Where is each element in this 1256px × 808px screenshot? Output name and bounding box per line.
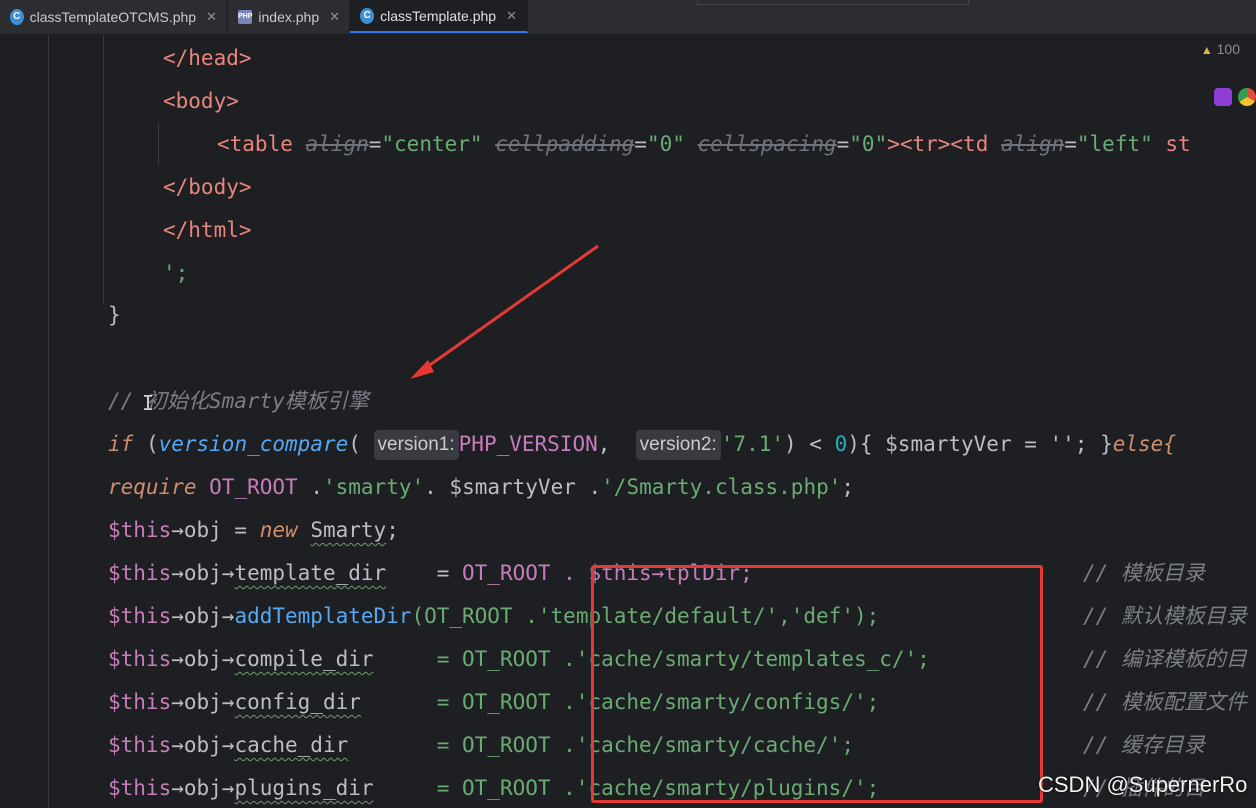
watermark: CSDN @SupernerRo [1038,772,1248,797]
annotation-box [591,565,1043,803]
text-cursor-icon: I [142,391,154,415]
arrow-line [419,244,599,374]
